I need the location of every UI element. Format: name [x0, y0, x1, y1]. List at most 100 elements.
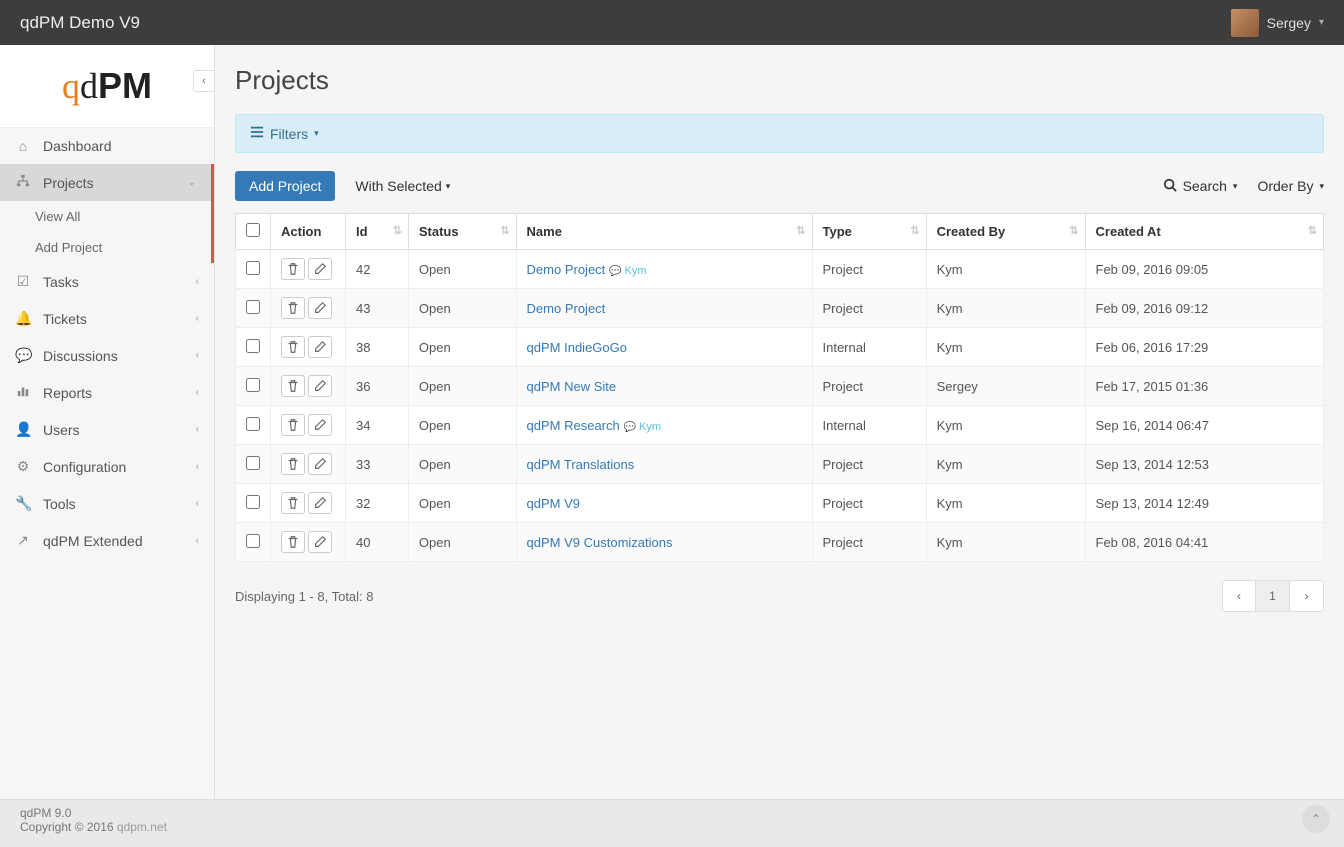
user-menu[interactable]: Sergey ▾ — [1231, 9, 1324, 37]
sidebar-item-reports[interactable]: Reports ‹ — [0, 374, 214, 411]
delete-icon[interactable] — [281, 453, 305, 475]
chevron-right-icon: ‹ — [196, 461, 199, 472]
project-name-link[interactable]: qdPM Translations — [527, 457, 635, 472]
row-checkbox[interactable] — [246, 495, 260, 509]
edit-icon[interactable] — [308, 258, 332, 280]
row-checkbox[interactable] — [246, 456, 260, 470]
row-checkbox[interactable] — [246, 417, 260, 431]
sidebar-item-discussions[interactable]: 💬 Discussions ‹ — [0, 337, 214, 374]
pagination: ‹ 1 › — [1222, 580, 1324, 612]
sidebar-item-users[interactable]: 👤 Users ‹ — [0, 411, 214, 448]
edit-icon[interactable] — [308, 336, 332, 358]
select-all-checkbox[interactable] — [246, 223, 260, 237]
sidebar-item-label: Users — [43, 422, 184, 438]
col-created-at[interactable]: Created At — [1085, 214, 1323, 250]
table-row: 42OpenDemo ProjectKymProjectKymFeb 09, 2… — [236, 250, 1324, 289]
delete-icon[interactable] — [281, 336, 305, 358]
row-checkbox[interactable] — [246, 261, 260, 275]
sidebar-item-label: Configuration — [43, 459, 184, 475]
edit-icon[interactable] — [308, 492, 332, 514]
cell-type: Project — [812, 445, 926, 484]
cell-id: 38 — [346, 328, 409, 367]
project-name-link[interactable]: qdPM Research — [527, 418, 620, 433]
table-row: 43OpenDemo ProjectProjectKymFeb 09, 2016… — [236, 289, 1324, 328]
sidebar-item-dashboard[interactable]: ⌂ Dashboard — [0, 128, 214, 164]
sidebar-subitem-add-project[interactable]: Add Project — [0, 232, 214, 263]
table-row: 38OpenqdPM IndieGoGoInternalKymFeb 06, 2… — [236, 328, 1324, 367]
cell-type: Internal — [812, 328, 926, 367]
delete-icon[interactable] — [281, 414, 305, 436]
caret-down-icon: ▾ — [446, 181, 451, 192]
project-name-link[interactable]: qdPM V9 — [527, 496, 580, 511]
col-created-by[interactable]: Created By — [926, 214, 1085, 250]
bar-chart-icon — [15, 384, 31, 401]
table-row: 32OpenqdPM V9ProjectKymSep 13, 2014 12:4… — [236, 484, 1324, 523]
page-prev[interactable]: ‹ — [1222, 580, 1256, 612]
cell-created-at: Sep 13, 2014 12:49 — [1085, 484, 1323, 523]
sidebar-item-extended[interactable]: ↗ qdPM Extended ‹ — [0, 522, 214, 559]
col-status[interactable]: Status — [408, 214, 516, 250]
cell-type: Project — [812, 289, 926, 328]
row-checkbox[interactable] — [246, 534, 260, 548]
project-name-link[interactable]: Demo Project — [527, 262, 606, 277]
sidebar-item-label: Reports — [43, 385, 184, 401]
delete-icon[interactable] — [281, 297, 305, 319]
logo[interactable]: qdPM — [62, 65, 152, 107]
col-id[interactable]: Id — [346, 214, 409, 250]
sidebar-item-label: Dashboard — [43, 138, 199, 154]
sidebar-subitem-view-all[interactable]: View All — [0, 201, 214, 232]
comment-annotation[interactable]: Kym — [609, 265, 646, 277]
row-checkbox[interactable] — [246, 378, 260, 392]
edit-icon[interactable] — [308, 297, 332, 319]
with-selected-dropdown[interactable]: With Selected ▾ — [355, 178, 450, 194]
edit-icon[interactable] — [308, 453, 332, 475]
cell-created-at: Feb 06, 2016 17:29 — [1085, 328, 1323, 367]
project-name-link[interactable]: qdPM IndieGoGo — [527, 340, 627, 355]
projects-table: Action Id Status Name Type Created By Cr… — [235, 213, 1324, 562]
sidebar-item-tickets[interactable]: 🔔 Tickets ‹ — [0, 300, 214, 337]
sidebar-item-projects[interactable]: Projects ⌄ — [0, 164, 214, 201]
filters-toggle[interactable]: Filters ▾ — [235, 114, 1324, 153]
user-name: Sergey — [1267, 15, 1311, 31]
delete-icon[interactable] — [281, 375, 305, 397]
page-current[interactable]: 1 — [1256, 580, 1290, 612]
bell-icon: 🔔 — [15, 310, 31, 327]
chevron-down-icon: ▾ — [1319, 17, 1324, 28]
cell-id: 33 — [346, 445, 409, 484]
edit-icon[interactable] — [308, 414, 332, 436]
row-checkbox[interactable] — [246, 300, 260, 314]
sidebar-item-configuration[interactable]: ⚙ Configuration ‹ — [0, 448, 214, 485]
scroll-to-top-button[interactable]: ⌃ — [1302, 805, 1330, 833]
table-row: 36OpenqdPM New SiteProjectSergeyFeb 17, … — [236, 367, 1324, 406]
sidebar-item-tasks[interactable]: ☑ Tasks ‹ — [0, 263, 214, 300]
project-name-link[interactable]: qdPM New Site — [527, 379, 617, 394]
page-next[interactable]: › — [1290, 580, 1324, 612]
col-type[interactable]: Type — [812, 214, 926, 250]
sidebar-collapse-button[interactable]: ‹ — [193, 70, 215, 92]
order-by-dropdown[interactable]: Order By ▾ — [1257, 178, 1324, 194]
caret-down-icon: ▾ — [1319, 181, 1324, 192]
footer-link[interactable]: qdpm.net — [117, 820, 167, 834]
edit-icon[interactable] — [308, 531, 332, 553]
project-name-link[interactable]: qdPM V9 Customizations — [527, 535, 673, 550]
project-name-link[interactable]: Demo Project — [527, 301, 606, 316]
sidebar-item-tools[interactable]: 🔧 Tools ‹ — [0, 485, 214, 522]
sidebar-item-label: qdPM Extended — [43, 533, 184, 549]
search-dropdown[interactable]: Search ▾ — [1163, 178, 1238, 195]
delete-icon[interactable] — [281, 492, 305, 514]
edit-icon[interactable] — [308, 375, 332, 397]
with-selected-label: With Selected — [355, 178, 441, 194]
search-label: Search — [1183, 178, 1227, 194]
actions-row: Add Project With Selected ▾ Search ▾ Ord… — [235, 171, 1324, 201]
home-icon: ⌂ — [15, 138, 31, 154]
add-project-button[interactable]: Add Project — [235, 171, 335, 201]
delete-icon[interactable] — [281, 531, 305, 553]
cell-id: 42 — [346, 250, 409, 289]
footer-version: qdPM 9.0 — [20, 806, 1324, 820]
row-checkbox[interactable] — [246, 339, 260, 353]
delete-icon[interactable] — [281, 258, 305, 280]
cell-status: Open — [408, 484, 516, 523]
comment-annotation[interactable]: Kym — [624, 421, 661, 433]
col-name[interactable]: Name — [516, 214, 812, 250]
app-title: qdPM Demo V9 — [20, 13, 140, 33]
